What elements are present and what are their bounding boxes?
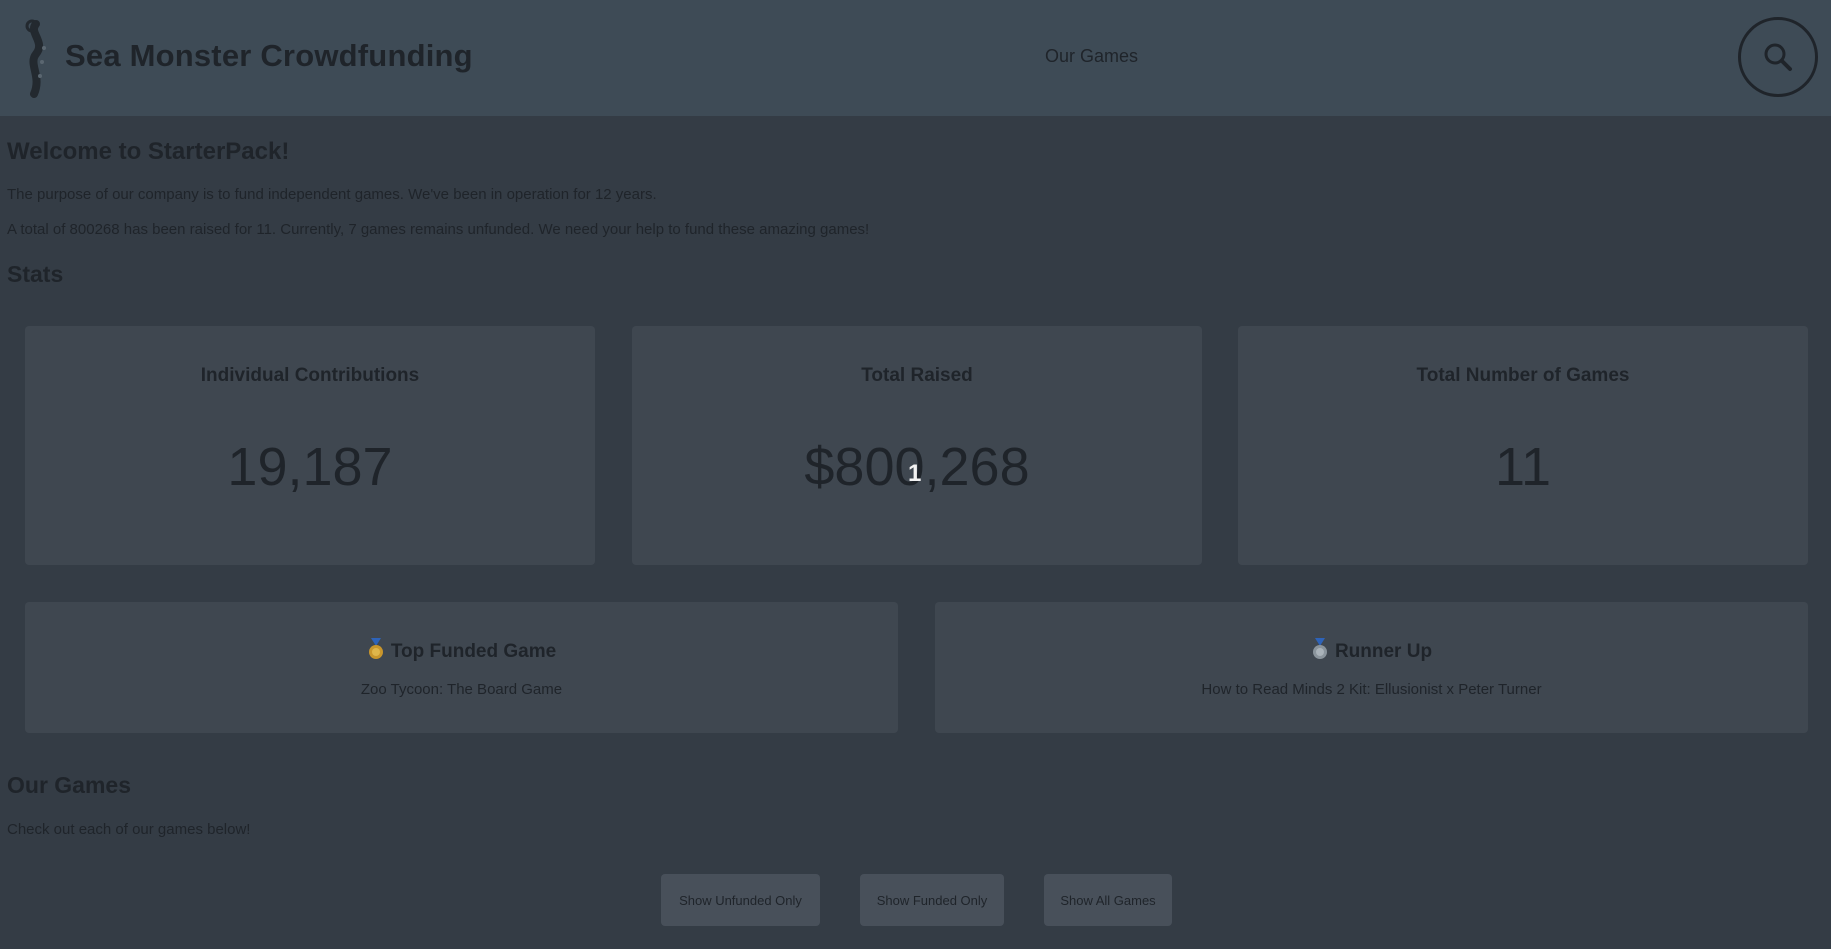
stats-title: Stats (7, 261, 64, 287)
brand-title[interactable]: Sea Monster Crowdfunding (65, 38, 473, 74)
stat-label: Total Raised (861, 365, 973, 386)
cursor-overlay-mark: 1 (908, 460, 922, 487)
stat-value: 19,187 (227, 437, 393, 497)
top-funded-card: Top Funded Game Zoo Tycoon: The Board Ga… (25, 602, 898, 733)
summary-text: A total of 800268 has been raised for 11… (7, 221, 870, 238)
sea-monster-tentacle-icon (25, 19, 46, 98)
top-funded-title: Top Funded Game (390, 641, 557, 662)
our-games-subtitle: Check out each of our games below! (7, 821, 251, 838)
search-icon (1764, 43, 1792, 71)
intro-text: The purpose of our company is to fund in… (7, 186, 657, 203)
top-funded-heading: Top Funded Game (25, 638, 898, 663)
stat-card-total-raised: Total Raised $800,268 (632, 326, 1202, 565)
stat-card-contributions: Individual Contributions 19,187 (25, 326, 595, 565)
top-funded-game-name: Zoo Tycoon: The Board Game (360, 681, 563, 698)
our-games-title: Our Games (7, 772, 131, 798)
silver-medal-icon (1312, 638, 1327, 659)
stat-value: 11 (1494, 437, 1552, 497)
nav-link-our-games[interactable]: Our Games (1045, 46, 1138, 67)
welcome-title: Welcome to StarterPack! (7, 138, 290, 165)
runner-up-game-name: How to Read Minds 2 Kit: Ellusionist x P… (1201, 681, 1542, 698)
stat-card-total-games: Total Number of Games 11 (1238, 326, 1808, 565)
stat-label: Individual Contributions (200, 365, 420, 386)
gold-medal-icon (368, 638, 383, 659)
search-button[interactable] (1738, 17, 1818, 97)
show-unfunded-button[interactable]: Show Unfunded Only (661, 874, 820, 926)
runner-up-title: Runner Up (1334, 641, 1433, 662)
stat-label: Total Number of Games (1416, 365, 1630, 386)
show-all-games-button[interactable]: Show All Games (1044, 874, 1172, 926)
show-funded-button[interactable]: Show Funded Only (860, 874, 1004, 926)
site-header: Sea Monster Crowdfunding Our Games (0, 0, 1831, 116)
runner-up-card: Runner Up How to Read Minds 2 Kit: Ellus… (935, 602, 1808, 733)
runner-up-heading: Runner Up (935, 638, 1808, 663)
